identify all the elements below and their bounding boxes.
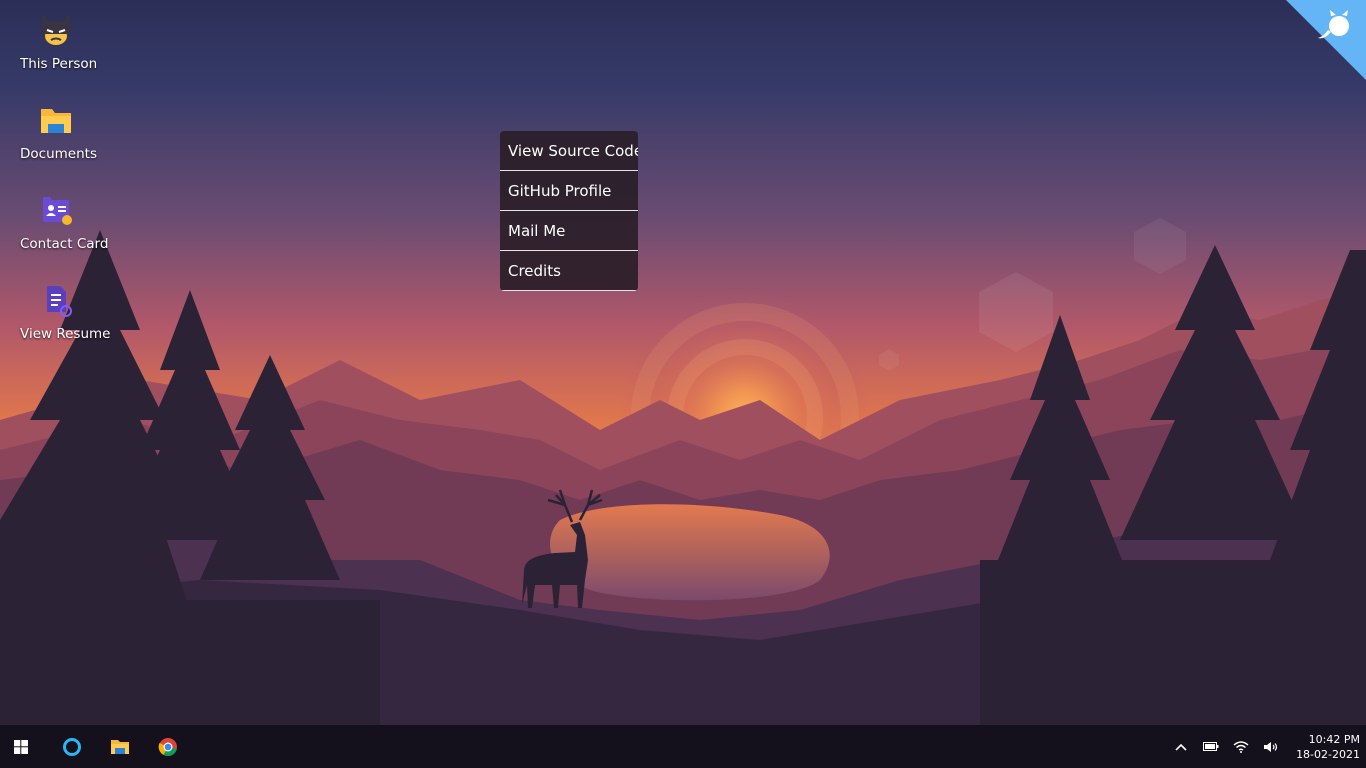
volume-icon: [1264, 741, 1278, 752]
chrome-icon: [158, 737, 177, 756]
taskbar: 10:42 PM 18-02-2021: [0, 725, 1366, 768]
battery-button[interactable]: [1196, 725, 1226, 768]
windows-logo-icon: [14, 739, 28, 754]
desktop-icon-documents[interactable]: Documents: [8, 94, 118, 174]
context-menu: View Source Code GitHub Profile Mail Me …: [500, 131, 638, 291]
clock-date: 18-02-2021: [1296, 747, 1360, 761]
desktop-wallpaper: [0, 0, 1366, 725]
desktop-icon-label: This Person: [20, 56, 98, 72]
clock-time: 10:42 PM: [1308, 732, 1360, 746]
menu-item-view-source-code[interactable]: View Source Code: [500, 131, 638, 171]
folder-icon: [41, 109, 71, 133]
file-explorer-icon: [111, 739, 129, 754]
resume-file-icon: [47, 286, 72, 317]
desktop-icon-view-resume[interactable]: View Resume: [8, 274, 118, 354]
chrome-taskbar-button[interactable]: [144, 725, 192, 768]
file-explorer-taskbar-button[interactable]: [96, 725, 144, 768]
battery-icon: [1203, 742, 1219, 751]
desktop-icon-label: Documents: [20, 146, 97, 162]
desktop-icon-label: View Resume: [20, 326, 111, 342]
contact-card-icon: [43, 197, 72, 225]
wifi-icon: [1233, 740, 1249, 753]
system-tray: 10:42 PM 18-02-2021: [1166, 725, 1366, 768]
show-hidden-icons-button[interactable]: [1166, 725, 1196, 768]
cortana-button[interactable]: [48, 725, 96, 768]
desktop-icon-this-person[interactable]: This Person: [8, 4, 118, 84]
volume-button[interactable]: [1256, 725, 1286, 768]
cortana-icon: [63, 737, 81, 756]
menu-item-github-profile[interactable]: GitHub Profile: [500, 171, 638, 211]
batman-avatar-icon: [42, 14, 70, 46]
desktop-icon-label: Contact Card: [20, 236, 109, 252]
wifi-button[interactable]: [1226, 725, 1256, 768]
menu-item-credits[interactable]: Credits: [500, 251, 638, 291]
start-button[interactable]: [0, 725, 42, 768]
desktop-icon-contact-card[interactable]: Contact Card: [8, 184, 118, 264]
clock[interactable]: 10:42 PM 18-02-2021: [1286, 732, 1366, 762]
menu-item-mail-me[interactable]: Mail Me: [500, 211, 638, 251]
github-corner-link[interactable]: [1286, 0, 1366, 80]
chevron-up-icon: [1175, 743, 1187, 751]
